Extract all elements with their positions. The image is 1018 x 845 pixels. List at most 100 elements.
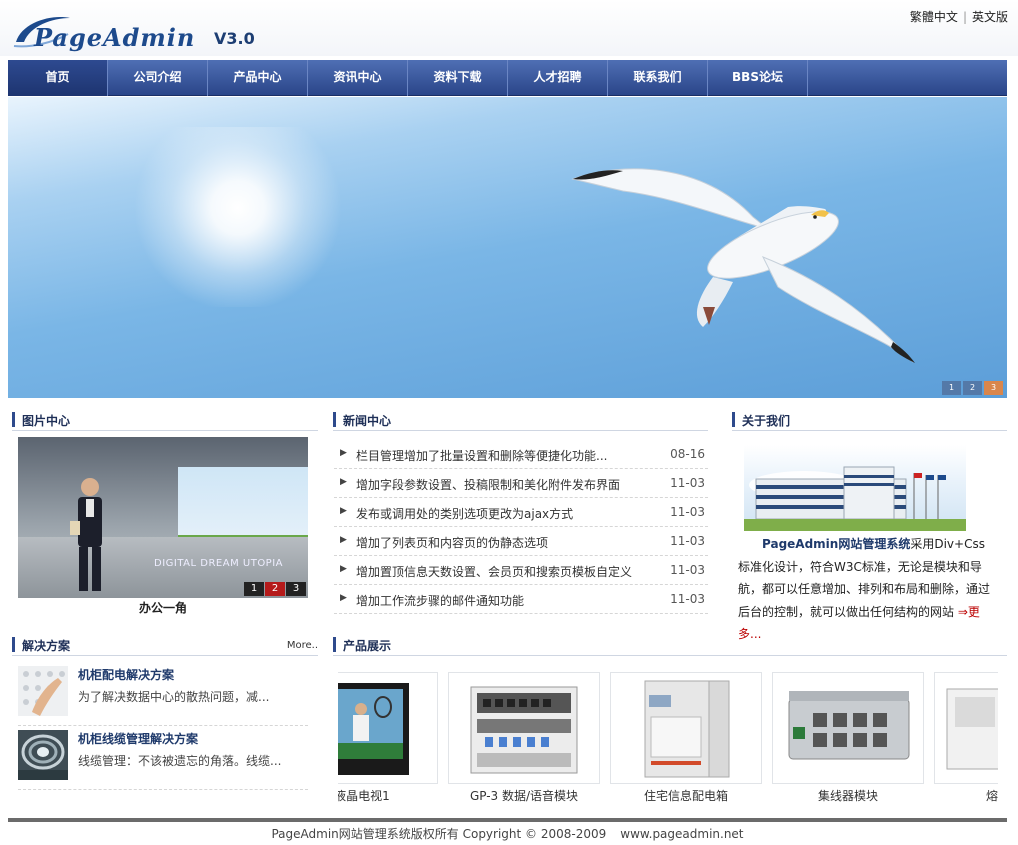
logo-version: V3.0 xyxy=(214,29,255,48)
nav-item-downloads[interactable]: 资料下载 xyxy=(408,60,508,96)
company-building-image[interactable] xyxy=(744,445,966,531)
news-item-date: 08-16 xyxy=(670,447,705,461)
solutions-more-link[interactable]: More.. xyxy=(287,640,318,651)
product-image[interactable] xyxy=(338,672,438,784)
solution-item[interactable]: 机柜线缆管理解决方案 线缆管理：不该被遗忘的角落。线缆... xyxy=(18,730,308,790)
section-marker xyxy=(732,412,735,427)
product-image[interactable] xyxy=(448,672,600,784)
news-item-date: 11-03 xyxy=(670,592,705,606)
bullet-arrow-icon: ▶ xyxy=(340,564,347,574)
news-item-title[interactable]: 发布或调用处的类别选项更改为ajax方式 xyxy=(356,505,573,522)
product-image[interactable] xyxy=(934,672,998,784)
products-carousel: 液晶电视1 GP-3 数据/语音模块 住宅信息配电箱 集线器模块 熔 xyxy=(338,672,998,810)
bullet-arrow-icon: ▶ xyxy=(340,535,347,545)
solution-thumbnail[interactable] xyxy=(18,666,68,716)
businessman-figure xyxy=(70,478,102,591)
nav-item-company[interactable]: 公司介绍 xyxy=(108,60,208,96)
nav-item-jobs[interactable]: 人才招聘 xyxy=(508,60,608,96)
bullet-arrow-icon: ▶ xyxy=(340,477,347,487)
picture-caption[interactable]: 办公一角 xyxy=(18,599,308,616)
bullet-arrow-icon: ▶ xyxy=(340,593,347,603)
banner-dot-1[interactable]: 1 xyxy=(942,381,961,395)
products-title: 产品展示 xyxy=(343,639,392,653)
hero-banner[interactable]: 1 2 3 xyxy=(8,97,1007,398)
network-module-image xyxy=(470,686,578,774)
building-icon xyxy=(744,466,966,531)
footer: PageAdmin网站管理系统版权所有 Copyright © 2008-200… xyxy=(8,825,1007,842)
distribution-box-image xyxy=(644,680,730,778)
lang-separator: | xyxy=(962,10,967,24)
site-logo[interactable]: PageAdmin V3.0 xyxy=(12,12,272,52)
news-item[interactable]: ▶ 发布或调用处的类别选项更改为ajax方式 11-03 xyxy=(334,498,708,527)
main-nav: 首页 公司介绍 产品中心 资讯中心 资料下载 人才招聘 联系我们 BBS论坛 xyxy=(8,60,1007,96)
product-image[interactable] xyxy=(610,672,762,784)
pictures-header: 图片中心 xyxy=(12,409,318,431)
product-card[interactable]: 集线器模块 xyxy=(772,672,924,808)
nav-item-products[interactable]: 产品中心 xyxy=(208,60,308,96)
banner-pager: 1 2 3 xyxy=(942,381,1003,395)
news-item-date: 11-03 xyxy=(670,563,705,577)
product-card[interactable]: 住宅信息配电箱 xyxy=(610,672,762,808)
product-caption[interactable]: 液晶电视1 xyxy=(338,784,438,808)
section-marker xyxy=(12,637,15,652)
news-item-title[interactable]: 增加置顶信息天数设置、会员页和搜索页模板自定义 xyxy=(356,563,632,580)
solutions-title: 解决方案 xyxy=(22,639,71,653)
pictures-title: 图片中心 xyxy=(22,414,71,428)
logo-text: PageAdmin xyxy=(34,23,196,52)
products-header: 产品展示 xyxy=(333,634,1007,656)
product-card[interactable]: 液晶电视1 xyxy=(338,672,438,808)
product-image[interactable] xyxy=(772,672,924,784)
solutions-header: 解决方案 More.. xyxy=(12,634,318,656)
solution-item[interactable]: 机柜配电解决方案 为了解决数据中心的散热问题，减... xyxy=(18,666,308,726)
news-item-date: 11-03 xyxy=(670,476,705,490)
banner-dot-3[interactable]: 3 xyxy=(984,381,1003,395)
picture-slideshow[interactable]: DIGITAL DREAM UTOPIA 1 2 3 xyxy=(18,437,308,598)
product-caption[interactable]: GP-3 数据/语音模块 xyxy=(448,784,600,808)
about-brand: PageAdmin网站管理系统 xyxy=(762,537,911,551)
news-item-date: 11-03 xyxy=(670,505,705,519)
news-item[interactable]: ▶ 增加字段参数设置、投稿限制和美化附件发布界面 11-03 xyxy=(334,469,708,498)
footer-site-link[interactable]: www.pageadmin.net xyxy=(620,827,743,841)
section-marker xyxy=(333,412,336,427)
solution-title[interactable]: 机柜线缆管理解决方案 xyxy=(78,730,198,747)
banner-dot-2[interactable]: 2 xyxy=(963,381,982,395)
news-list: ▶ 栏目管理增加了批量设置和删除等便捷化功能... 08-16 ▶ 增加字段参数设置、… xyxy=(334,440,708,614)
language-switcher: 繁體中文 | 英文版 xyxy=(910,8,1008,25)
solution-title[interactable]: 机柜配电解决方案 xyxy=(78,666,174,683)
bullet-arrow-icon: ▶ xyxy=(340,448,347,458)
about-description: PageAdmin网站管理系统采用Div+Css标准化设计，符合W3C标准，无论… xyxy=(738,533,994,646)
picture-dot-2[interactable]: 2 xyxy=(265,582,285,596)
about-title: 关于我们 xyxy=(742,414,791,428)
lang-english-link[interactable]: 英文版 xyxy=(972,10,1008,24)
hub-module-image xyxy=(788,691,910,760)
nav-item-home[interactable]: 首页 xyxy=(8,60,108,96)
nav-item-news[interactable]: 资讯中心 xyxy=(308,60,408,96)
product-caption[interactable]: 集线器模块 xyxy=(772,784,924,808)
news-item[interactable]: ▶ 增加了列表页和内容页的伪静态选项 11-03 xyxy=(334,527,708,556)
banner-sun xyxy=(128,127,348,307)
news-item[interactable]: ▶ 增加工作流步骤的邮件通知功能 11-03 xyxy=(334,585,708,614)
lang-traditional-link[interactable]: 繁體中文 xyxy=(910,10,958,24)
nav-item-contact[interactable]: 联系我们 xyxy=(608,60,708,96)
news-item-title[interactable]: 栏目管理增加了批量设置和删除等便捷化功能... xyxy=(356,447,607,464)
product-card[interactable]: GP-3 数据/语音模块 xyxy=(448,672,600,808)
product-image-partial xyxy=(946,688,998,770)
footer-divider xyxy=(8,818,1007,822)
news-item-title[interactable]: 增加字段参数设置、投稿限制和美化附件发布界面 xyxy=(356,476,620,493)
news-item[interactable]: ▶ 增加置顶信息天数设置、会员页和搜索页模板自定义 11-03 xyxy=(334,556,708,585)
picture-dot-1[interactable]: 1 xyxy=(244,582,264,596)
solution-desc: 线缆管理：不该被遗忘的角落。线缆... xyxy=(78,754,282,768)
news-item-title[interactable]: 增加了列表页和内容页的伪静态选项 xyxy=(356,534,548,551)
product-card[interactable]: 熔 xyxy=(934,672,998,808)
news-item-title[interactable]: 增加工作流步骤的邮件通知功能 xyxy=(356,592,524,609)
product-caption[interactable]: 住宅信息配电箱 xyxy=(610,784,762,808)
product-caption[interactable]: 熔 xyxy=(934,784,998,808)
news-title: 新闻中心 xyxy=(343,414,392,428)
section-marker xyxy=(333,637,336,652)
footer-copyright: PageAdmin网站管理系统版权所有 Copyright © 2008-200… xyxy=(271,827,607,841)
news-item[interactable]: ▶ 栏目管理增加了批量设置和删除等便捷化功能... 08-16 xyxy=(334,440,708,469)
picture-dot-3[interactable]: 3 xyxy=(286,582,306,596)
news-item-date: 11-03 xyxy=(670,534,705,548)
solution-thumbnail[interactable] xyxy=(18,730,68,780)
nav-item-bbs[interactable]: BBS论坛 xyxy=(708,60,808,96)
